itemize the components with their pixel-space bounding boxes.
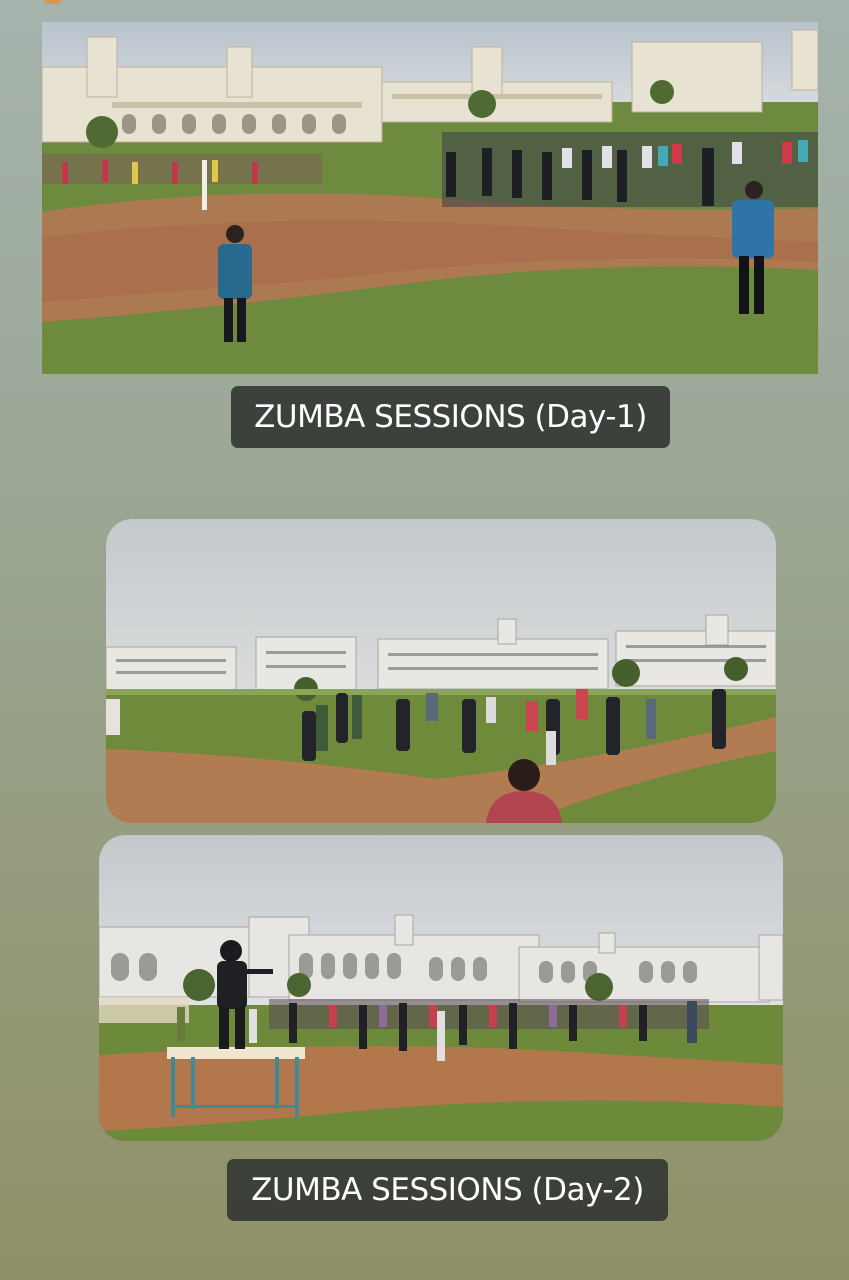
- zumba-photo-day1: [42, 22, 818, 374]
- caption-day1: ZUMBA SESSIONS (Day-1): [231, 386, 670, 448]
- zumba-photo-day2-group: [106, 519, 776, 823]
- zumba-photo-day2-table: [99, 835, 783, 1141]
- status-dot: [44, 0, 62, 4]
- caption-day2: ZUMBA SESSIONS (Day-2): [227, 1159, 668, 1221]
